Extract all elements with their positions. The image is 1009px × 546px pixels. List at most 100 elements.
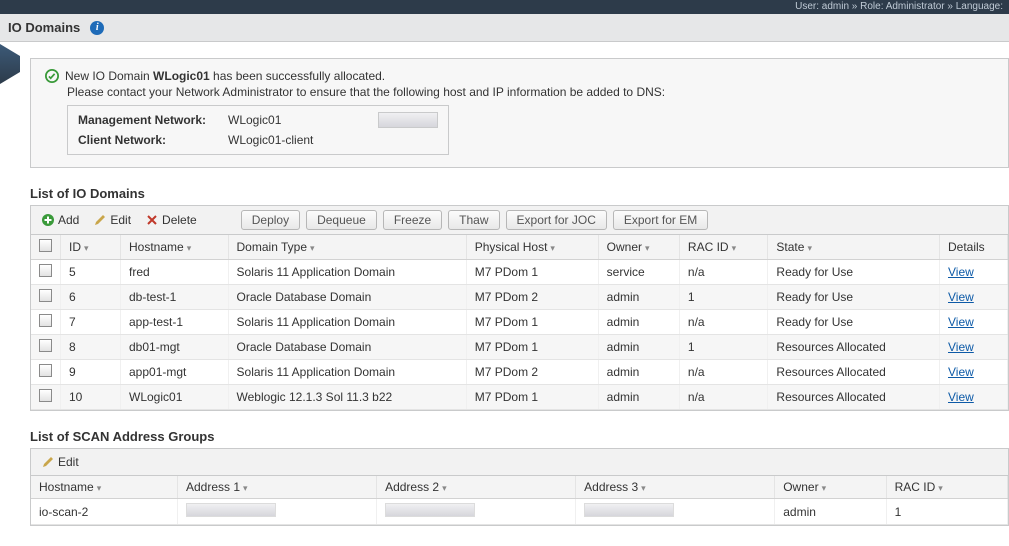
domains-panel: Add Edit Delete Deploy Dequeue Freeze Th…: [30, 205, 1009, 411]
caret-down-icon: ▾: [243, 483, 248, 493]
mgmt-network-value: WLogic01: [228, 113, 378, 127]
row-checkbox[interactable]: [39, 264, 52, 277]
col-hostname[interactable]: Hostname▾: [121, 235, 229, 260]
row-checkbox[interactable]: [39, 389, 52, 402]
cell-domain-type: Solaris 11 Application Domain: [228, 360, 466, 385]
view-link[interactable]: View: [948, 340, 974, 354]
col-scan-rac-id[interactable]: RAC ID▾: [886, 476, 1007, 499]
masked-value: [385, 503, 475, 517]
info-icon[interactable]: i: [90, 21, 104, 35]
cell-scan-hostname: io-scan-2: [31, 499, 177, 525]
view-link[interactable]: View: [948, 290, 974, 304]
edit-button[interactable]: Edit: [89, 211, 135, 229]
caret-down-icon: ▾: [310, 243, 315, 253]
cell-physical-host: M7 PDom 1: [466, 335, 598, 360]
view-link[interactable]: View: [948, 315, 974, 329]
cell-domain-type: Weblogic 12.1.3 Sol 11.3 b22: [228, 385, 466, 410]
cell-id: 8: [61, 335, 121, 360]
domains-toolbar: Add Edit Delete Deploy Dequeue Freeze Th…: [31, 206, 1008, 235]
view-link[interactable]: View: [948, 265, 974, 279]
success-alert: New IO Domain WLogic01 has been successf…: [30, 58, 1009, 168]
cell-owner: service: [598, 260, 679, 285]
cell-rac-id: n/a: [679, 360, 767, 385]
select-all-checkbox[interactable]: [39, 239, 52, 252]
mgmt-network-label: Management Network:: [68, 113, 228, 127]
export-em-button[interactable]: Export for EM: [613, 210, 708, 230]
cell-addr1: [177, 499, 376, 525]
scan-edit-button[interactable]: Edit: [37, 453, 83, 471]
col-state[interactable]: State▾: [768, 235, 940, 260]
col-rac-id[interactable]: RAC ID▾: [679, 235, 767, 260]
scan-table: Hostname▾ Address 1▾ Address 2▾ Address …: [31, 476, 1008, 525]
alert-subtext: Please contact your Network Administrato…: [67, 85, 994, 99]
freeze-button[interactable]: Freeze: [383, 210, 442, 230]
cell-owner: admin: [598, 335, 679, 360]
cell-rac-id: n/a: [679, 310, 767, 335]
cell-owner: admin: [598, 385, 679, 410]
add-button[interactable]: Add: [37, 211, 83, 229]
col-domain-type[interactable]: Domain Type▾: [228, 235, 466, 260]
export-joc-button[interactable]: Export for JOC: [506, 210, 607, 230]
table-row[interactable]: 10WLogic01Weblogic 12.1.3 Sol 11.3 b22M7…: [31, 385, 1008, 410]
col-addr3[interactable]: Address 3▾: [576, 476, 775, 499]
cell-physical-host: M7 PDom 2: [466, 285, 598, 310]
col-scan-hostname[interactable]: Hostname▾: [31, 476, 177, 499]
col-owner[interactable]: Owner▾: [598, 235, 679, 260]
cell-state: Resources Allocated: [768, 360, 940, 385]
col-scan-owner[interactable]: Owner▾: [775, 476, 886, 499]
caret-down-icon: ▾: [550, 243, 555, 253]
cell-hostname: app01-mgt: [121, 360, 229, 385]
caret-down-icon: ▾: [84, 243, 89, 253]
cell-id: 7: [61, 310, 121, 335]
cell-rac-id: 1: [679, 285, 767, 310]
mgmt-network-masked: [378, 112, 438, 128]
caret-down-icon: ▾: [187, 243, 192, 253]
col-addr2[interactable]: Address 2▾: [377, 476, 576, 499]
table-row[interactable]: 5fredSolaris 11 Application DomainM7 PDo…: [31, 260, 1008, 285]
delete-button[interactable]: Delete: [141, 211, 201, 229]
deploy-button[interactable]: Deploy: [241, 210, 300, 230]
cell-addr3: [576, 499, 775, 525]
row-checkbox[interactable]: [39, 289, 52, 302]
cell-rac-id: 1: [679, 335, 767, 360]
col-addr1[interactable]: Address 1▾: [177, 476, 376, 499]
row-checkbox[interactable]: [39, 314, 52, 327]
view-link[interactable]: View: [948, 390, 974, 404]
cell-hostname: db01-mgt: [121, 335, 229, 360]
table-row[interactable]: 9app01-mgtSolaris 11 Application DomainM…: [31, 360, 1008, 385]
row-checkbox[interactable]: [39, 364, 52, 377]
cell-owner: admin: [598, 310, 679, 335]
caret-down-icon: ▾: [732, 243, 737, 253]
check-circle-icon: [45, 69, 59, 83]
table-row[interactable]: 6db-test-1Oracle Database DomainM7 PDom …: [31, 285, 1008, 310]
view-link[interactable]: View: [948, 365, 974, 379]
dequeue-button[interactable]: Dequeue: [306, 210, 377, 230]
pencil-icon: [41, 455, 55, 469]
cell-domain-type: Solaris 11 Application Domain: [228, 310, 466, 335]
domains-section-title: List of IO Domains: [30, 186, 1009, 201]
cell-rac-id: n/a: [679, 260, 767, 285]
cell-hostname: db-test-1: [121, 285, 229, 310]
table-row[interactable]: io-scan-2admin1: [31, 499, 1008, 525]
client-network-value: WLogic01-client: [228, 133, 378, 147]
cell-physical-host: M7 PDom 1: [466, 310, 598, 335]
cell-state: Ready for Use: [768, 285, 940, 310]
domains-table: ID▾ Hostname▾ Domain Type▾ Physical Host…: [31, 235, 1008, 410]
client-network-label: Client Network:: [68, 133, 228, 147]
col-id[interactable]: ID▾: [61, 235, 121, 260]
cell-hostname: app-test-1: [121, 310, 229, 335]
row-checkbox[interactable]: [39, 339, 52, 352]
cell-id: 5: [61, 260, 121, 285]
pencil-icon: [93, 213, 107, 227]
cell-id: 10: [61, 385, 121, 410]
table-row[interactable]: 8db01-mgtOracle Database DomainM7 PDom 1…: [31, 335, 1008, 360]
table-row[interactable]: 7app-test-1Solaris 11 Application Domain…: [31, 310, 1008, 335]
cell-domain-type: Oracle Database Domain: [228, 285, 466, 310]
cell-owner: admin: [598, 360, 679, 385]
col-physical-host[interactable]: Physical Host▾: [466, 235, 598, 260]
page-header: IO Domains i: [0, 14, 1009, 42]
col-details: Details: [940, 235, 1008, 260]
cell-rac-id: n/a: [679, 385, 767, 410]
thaw-button[interactable]: Thaw: [448, 210, 499, 230]
scan-section-title: List of SCAN Address Groups: [30, 429, 1009, 444]
